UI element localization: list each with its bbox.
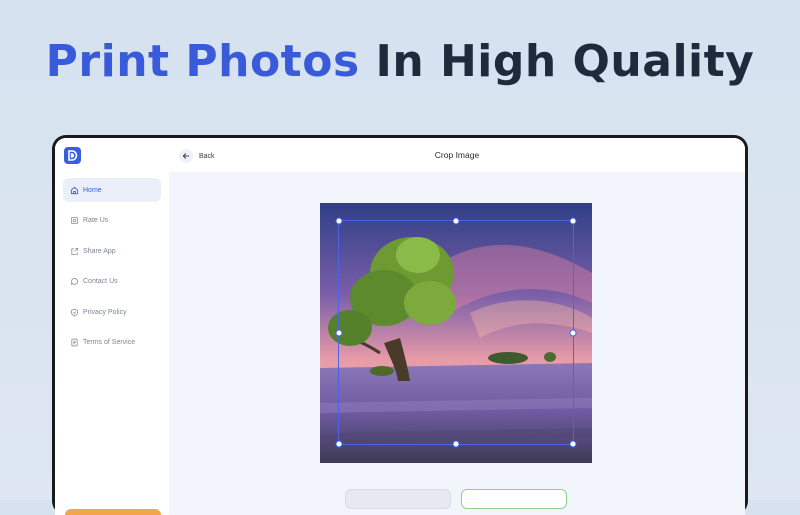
crop-handle-bottom-left[interactable] (335, 440, 343, 448)
sidebar-item-home[interactable]: Home (63, 178, 161, 202)
primary-action-button[interactable] (461, 489, 567, 509)
home-icon (70, 186, 79, 194)
crop-handle-right[interactable] (569, 329, 577, 336)
sidebar-item-contact-us[interactable]: Contact Us (63, 270, 161, 294)
share-icon (71, 247, 79, 255)
crop-handle-top-left[interactable] (335, 217, 343, 225)
sidebar-item-label: Rate Us (83, 217, 109, 224)
shield-icon (71, 308, 78, 316)
headline-accent: Print Photos (45, 36, 360, 87)
crop-handle-top-right[interactable] (569, 217, 577, 225)
page-title: Crop Image (434, 150, 480, 160)
crop-handle-bottom[interactable] (452, 440, 460, 448)
crop-handle-bottom-right[interactable] (569, 440, 577, 448)
sidebar-item-rate-us[interactable]: Rate Us (63, 209, 161, 233)
crop-handle-left[interactable] (335, 329, 343, 336)
sidebar: Home Rate Us Share App Contact Us Privac… (55, 138, 170, 515)
app-screen: Home Rate Us Share App Contact Us Privac… (55, 138, 745, 515)
crop-workspace (169, 172, 745, 515)
secondary-action-button[interactable] (345, 489, 451, 509)
headline: Print Photos In High Quality (0, 36, 800, 87)
rate-icon (70, 216, 79, 225)
sidebar-item-privacy-policy[interactable]: Privacy Policy (63, 300, 161, 324)
tablet-frame: Home Rate Us Share App Contact Us Privac… (52, 135, 748, 515)
crop-handle-top[interactable] (452, 217, 460, 225)
sidebar-item-label: Terms of Service (83, 339, 136, 346)
topbar: Back Crop Image (169, 138, 745, 173)
sidebar-item-label: Privacy Policy (83, 308, 127, 316)
sidebar-item-label: Share App (83, 247, 116, 255)
app-logo (64, 147, 81, 164)
chat-icon (70, 277, 78, 285)
sidebar-nav: Home Rate Us Share App Contact Us Privac… (63, 178, 161, 361)
photo-preview (320, 203, 592, 463)
sidebar-item-share-app[interactable]: Share App (63, 239, 161, 263)
headline-rest: In High Quality (375, 36, 755, 87)
sidebar-item-terms-of-service[interactable]: Terms of Service (63, 331, 161, 355)
sidebar-item-label: Home (83, 186, 102, 194)
sidebar-cta-button[interactable] (65, 509, 161, 515)
document-icon (71, 338, 78, 347)
sidebar-item-label: Contact Us (83, 278, 118, 285)
crop-box[interactable] (335, 217, 577, 448)
